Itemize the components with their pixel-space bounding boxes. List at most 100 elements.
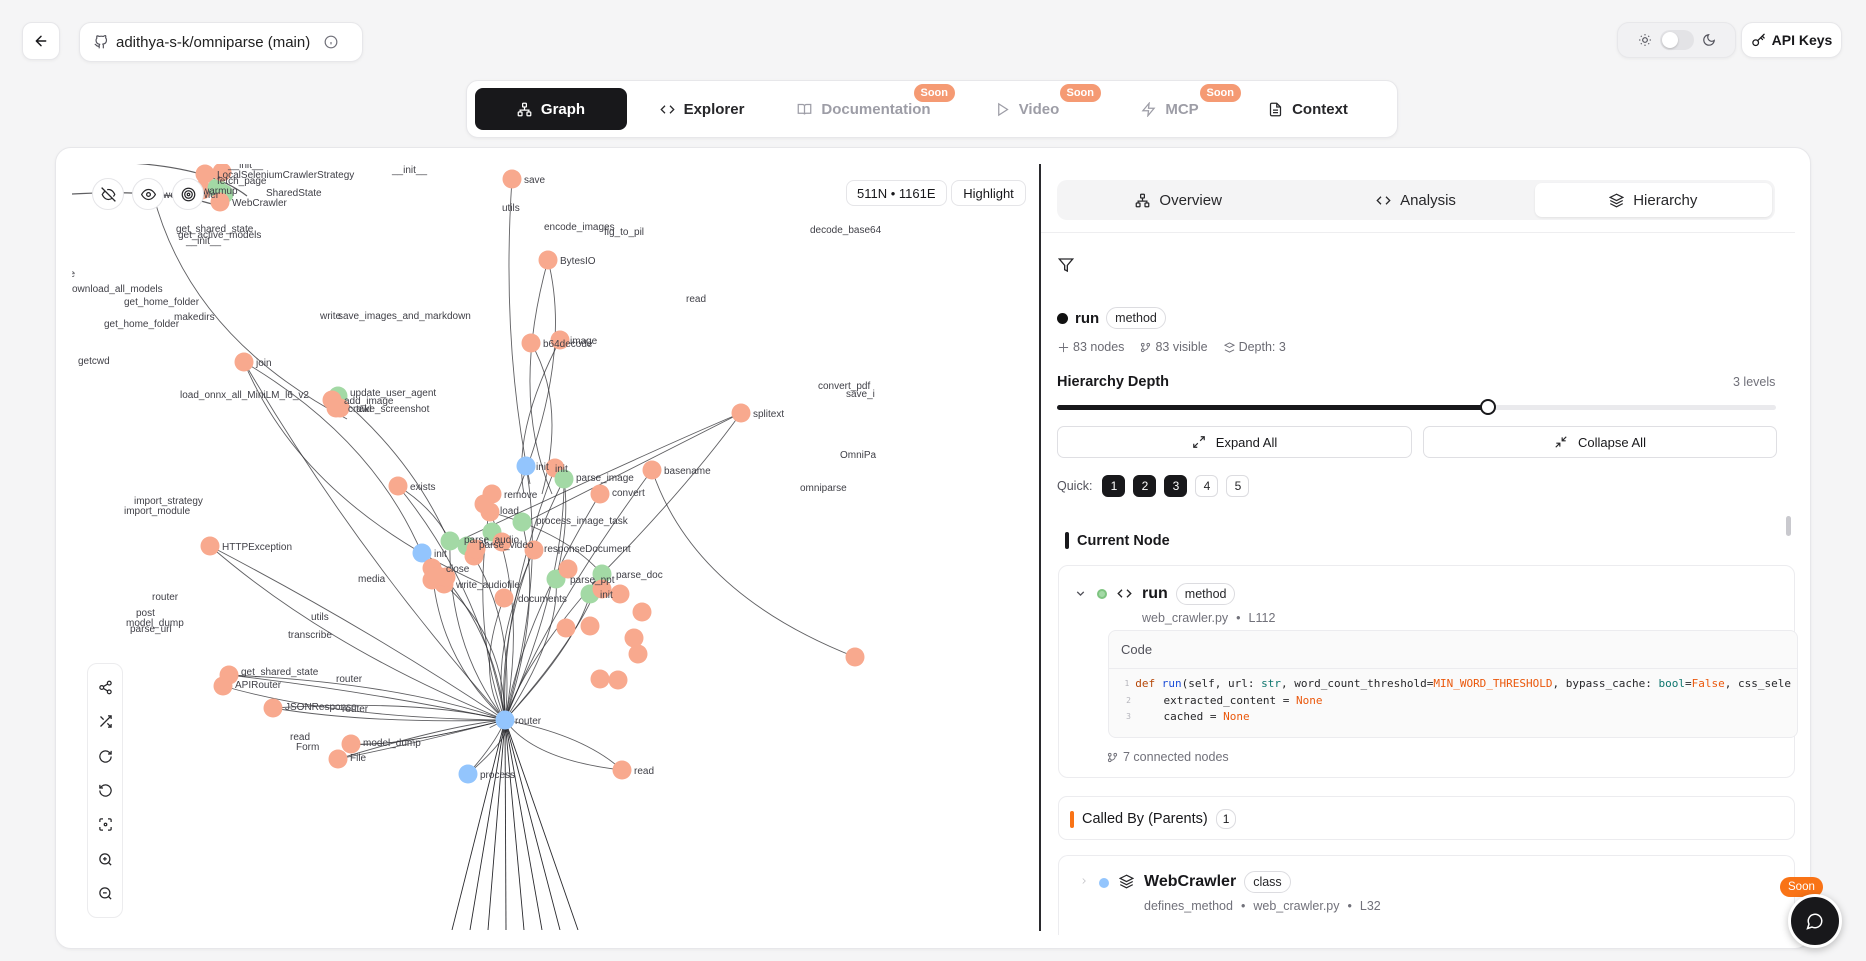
quick-level-4[interactable]: 4 — [1195, 475, 1219, 497]
chat-button[interactable] — [1788, 894, 1842, 948]
graph-node[interactable] — [628, 644, 648, 664]
fit-view-icon[interactable] — [98, 817, 113, 832]
graph-node[interactable] — [234, 352, 254, 372]
reset-icon[interactable] — [98, 783, 113, 798]
quick-level-3[interactable]: 3 — [1164, 475, 1188, 497]
graph-node[interactable] — [642, 460, 662, 480]
node-label: fig_to_pil — [604, 227, 644, 238]
code-icon — [1376, 193, 1391, 208]
expand-all-label: Expand All — [1215, 434, 1278, 450]
graph-node[interactable] — [612, 760, 632, 780]
graph-node[interactable] — [610, 584, 630, 604]
tab-hierarchy[interactable]: Hierarchy — [1534, 183, 1772, 217]
refresh-icon[interactable] — [98, 749, 113, 764]
share-icon[interactable] — [98, 680, 113, 695]
tab-video[interactable]: Video Soon — [957, 84, 1101, 130]
tab-mcp[interactable]: MCP Soon — [1103, 84, 1241, 130]
scrollbar[interactable] — [1786, 516, 1791, 536]
graph-node[interactable] — [538, 250, 558, 270]
focus-button[interactable] — [172, 178, 204, 210]
separator: • — [1347, 899, 1352, 913]
graph-node[interactable] — [845, 647, 865, 667]
node-label: image — [570, 336, 598, 347]
called-by-section[interactable]: Called By (Parents) 1 — [1058, 796, 1795, 840]
graph-node[interactable] — [495, 710, 515, 730]
graph-node[interactable] — [388, 476, 408, 496]
collapse-all-button[interactable]: Collapse All — [1423, 426, 1777, 458]
zoom-in-icon[interactable] — [98, 852, 113, 867]
current-node-name[interactable]: run — [1142, 585, 1168, 603]
graph-edge — [504, 719, 579, 930]
expand-all-button[interactable]: Expand All — [1057, 426, 1412, 458]
tab-context[interactable]: Context — [1243, 88, 1373, 130]
code-line: 3 cached = None — [1126, 710, 1250, 723]
depth-info: Depth: 3 — [1223, 340, 1286, 354]
visible-count: 83 visible — [1140, 340, 1208, 354]
node-label: import_module — [124, 506, 191, 517]
node-label: parse_doc — [616, 570, 663, 581]
graph-canvas[interactable]: LocalSeleniumCrawlerStrategyweb_crawlerw… — [72, 164, 1040, 930]
graph-node[interactable] — [556, 618, 576, 638]
tab-explorer[interactable]: Explorer — [633, 88, 771, 130]
node-type-badge: class — [1244, 871, 1291, 893]
parent-node-name[interactable]: WebCrawler — [1144, 873, 1236, 891]
graph-node[interactable] — [580, 616, 600, 636]
back-button[interactable] — [22, 22, 60, 60]
hide-button[interactable] — [92, 178, 124, 210]
graph-node[interactable] — [458, 764, 478, 784]
node-label: responseDocument — [544, 544, 631, 555]
node-color-dot — [1057, 312, 1068, 324]
tab-label: Analysis — [1400, 191, 1456, 209]
divider — [1041, 232, 1795, 233]
node-label: documents — [518, 594, 567, 605]
quick-level-1[interactable]: 1 — [1102, 475, 1126, 497]
api-keys-button[interactable]: API Keys — [1741, 22, 1842, 58]
node-label: APIRouter — [235, 680, 282, 691]
shuffle-icon[interactable] — [98, 714, 113, 729]
book-icon — [797, 102, 812, 117]
graph-node[interactable] — [590, 669, 610, 689]
graph-node[interactable] — [213, 676, 233, 696]
quick-level-2[interactable]: 2 — [1133, 475, 1157, 497]
quick-level-5[interactable]: 5 — [1226, 475, 1250, 497]
graph-icon — [517, 102, 532, 117]
info-icon[interactable] — [324, 35, 338, 49]
zoom-out-icon[interactable] — [98, 886, 113, 901]
graph-node[interactable] — [632, 602, 652, 622]
hierarchy-depth-label: Hierarchy Depth — [1057, 374, 1170, 390]
tab-analysis[interactable]: Analysis — [1297, 183, 1534, 217]
chevron-down-icon[interactable] — [1074, 587, 1087, 600]
view-button[interactable] — [132, 178, 164, 210]
graph-node[interactable] — [341, 734, 361, 754]
graph-svg[interactable]: LocalSeleniumCrawlerStrategyweb_crawlerw… — [72, 164, 1040, 930]
tab-graph[interactable]: Graph — [475, 88, 627, 130]
repo-selector[interactable]: adithya-s-k/omniparse (main) — [79, 22, 363, 62]
graph-node[interactable] — [624, 628, 644, 648]
moon-icon — [1702, 33, 1716, 47]
highlight-button[interactable]: Highlight — [951, 180, 1026, 206]
graph-node[interactable] — [494, 588, 514, 608]
node-label: process_image_task — [536, 516, 629, 527]
graph-node[interactable] — [328, 749, 348, 769]
graph-node[interactable] — [521, 333, 541, 353]
graph-node[interactable] — [731, 403, 751, 423]
layers-icon — [1223, 341, 1235, 353]
graph-node[interactable] — [608, 670, 628, 690]
tab-overview[interactable]: Overview — [1060, 183, 1297, 217]
graph-node[interactable] — [440, 531, 460, 551]
graph-node[interactable] — [263, 698, 283, 718]
filter-icon[interactable] — [1058, 257, 1074, 273]
soon-badge: Soon — [1059, 84, 1101, 102]
tab-documentation[interactable]: Documentation Soon — [777, 84, 955, 130]
theme-toggle[interactable] — [1659, 30, 1694, 50]
graph-node[interactable] — [590, 484, 610, 504]
graph-node[interactable] — [516, 456, 536, 476]
hierarchy-depth-slider[interactable] — [1057, 399, 1776, 415]
graph-node[interactable] — [200, 536, 220, 556]
panel-divider[interactable] — [1039, 164, 1041, 931]
tab-label: Documentation — [821, 100, 931, 118]
graph-node[interactable] — [474, 494, 494, 514]
graph-node[interactable] — [502, 169, 522, 189]
chevron-right-icon[interactable] — [1079, 876, 1089, 886]
parent-node-card[interactable]: WebCrawler class defines_method • web_cr… — [1058, 855, 1795, 935]
